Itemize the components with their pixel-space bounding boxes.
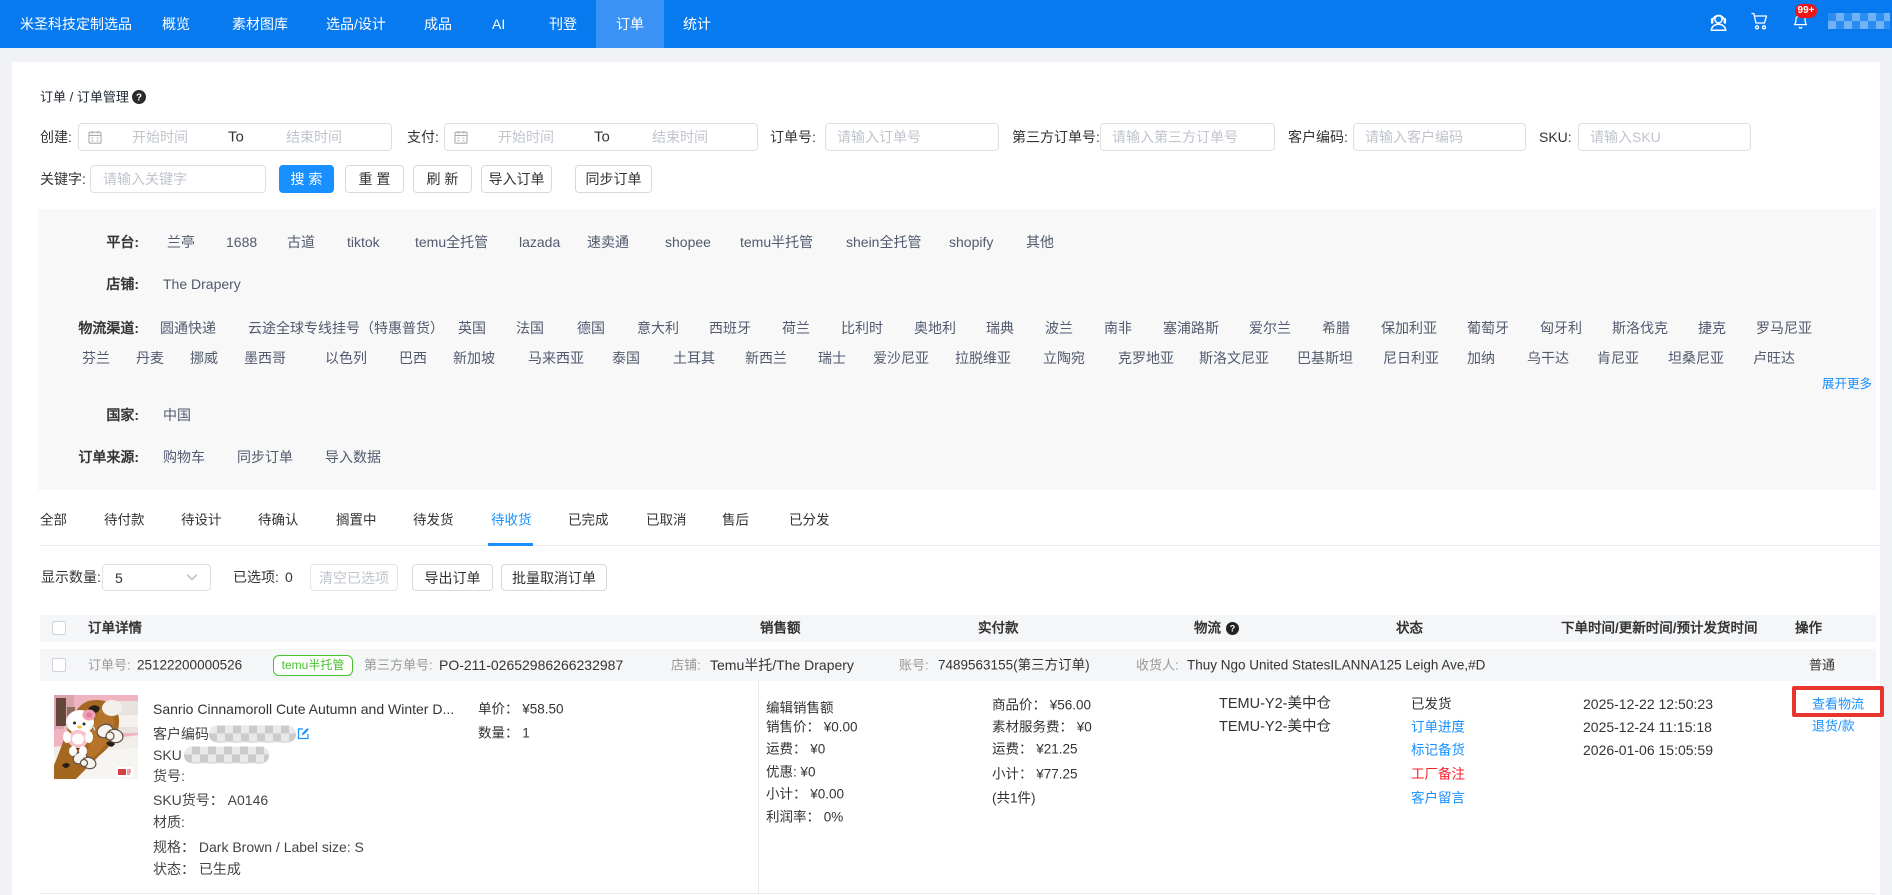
svg-text:?: ? xyxy=(1230,624,1236,634)
svg-text:?: ? xyxy=(136,92,142,103)
